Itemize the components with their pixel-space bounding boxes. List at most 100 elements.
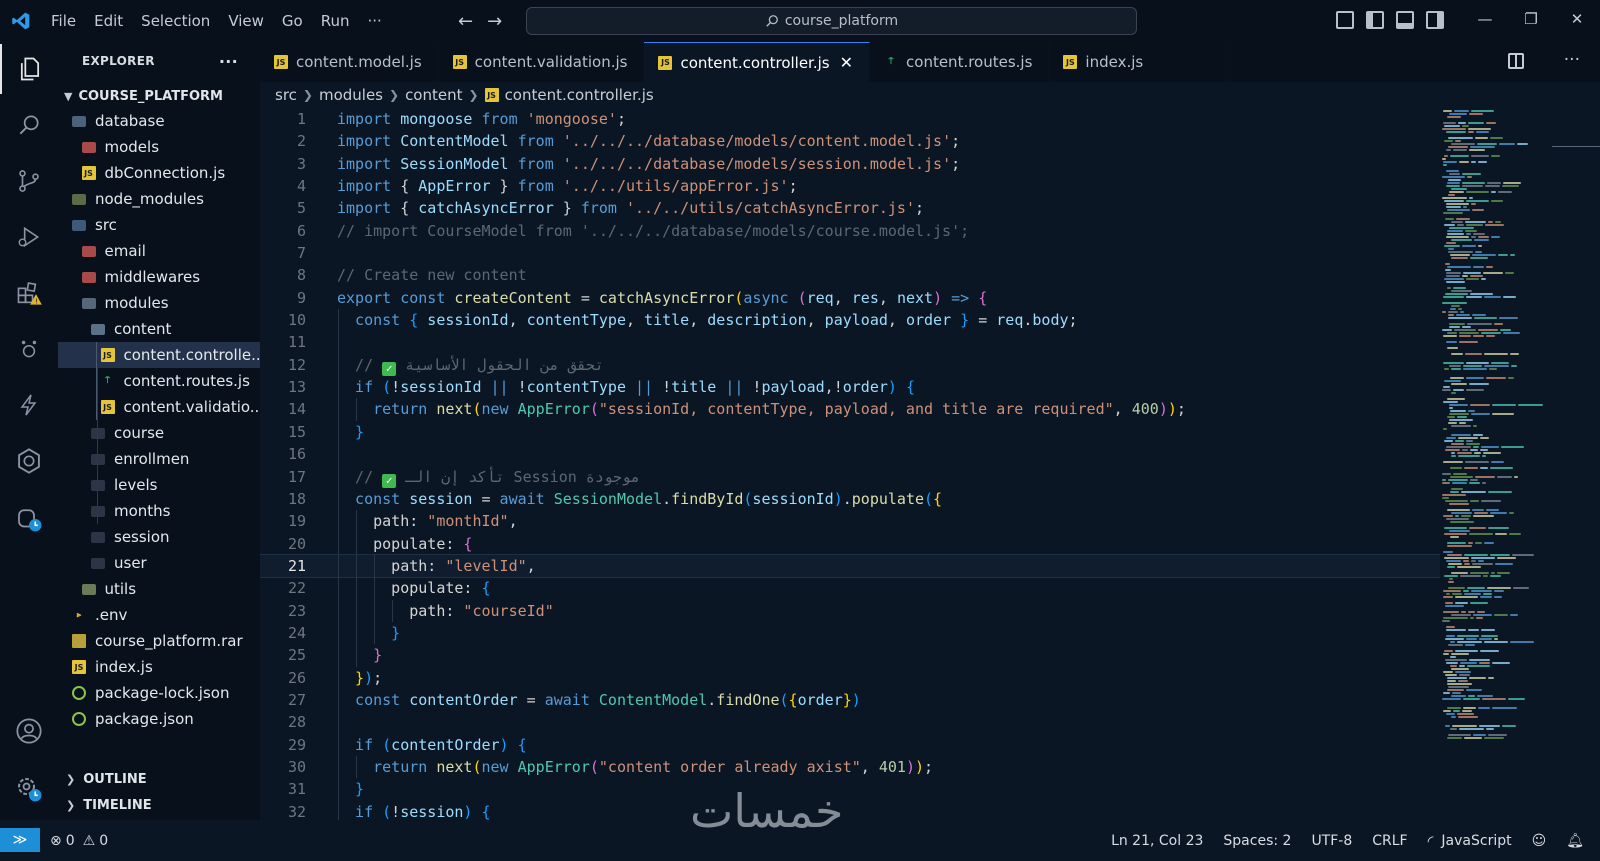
explorer-more-actions[interactable]: ··· — [219, 52, 238, 71]
extensions-warning-icon[interactable]: ! — [0, 268, 58, 318]
code-line[interactable]: 11 — [260, 331, 1440, 354]
indentation[interactable]: Spaces: 2 — [1223, 833, 1291, 849]
breadcrumb-file[interactable]: content.controller.js — [505, 86, 654, 104]
forward-arrow-icon[interactable]: → — [487, 11, 502, 32]
toggle-panel-icon[interactable] — [1396, 11, 1414, 29]
close-tab-icon[interactable]: ✕ — [840, 53, 853, 72]
explorer-item[interactable]: JS dbConnection.js — [58, 160, 260, 186]
editor-tab[interactable]: JS content.model.js — [260, 42, 439, 82]
code-line[interactable]: 27 const contentOrder = await ContentMode… — [260, 688, 1440, 712]
remote-explorer-icon[interactable] — [0, 436, 58, 486]
command-center-search[interactable]: course_platform — [526, 7, 1137, 35]
code-line[interactable]: 25} — [260, 644, 1440, 667]
run-debug-icon[interactable] — [0, 212, 58, 262]
code-line[interactable]: 23 path: "courseId" — [260, 599, 1440, 622]
explorer-item[interactable]: ⫸ .env — [58, 602, 260, 628]
code-line[interactable]: 16 — [260, 443, 1440, 466]
editor-more-actions[interactable]: ··· — [1564, 50, 1580, 70]
outline-section[interactable]: ❯ OUTLINE — [58, 766, 260, 792]
restore-icon[interactable]: ❐ — [1508, 0, 1554, 38]
explorer-item[interactable]: content — [58, 316, 260, 342]
explorer-item[interactable]: JS content.controlle... — [58, 342, 260, 368]
explorer-item[interactable]: node_modules — [58, 186, 260, 212]
explorer-item[interactable]: course_platform.rar — [58, 628, 260, 654]
search-view-icon[interactable] — [0, 100, 58, 150]
menu-more[interactable]: ··· — [359, 12, 391, 30]
explorer-item[interactable]: session — [58, 524, 260, 550]
menu-file[interactable]: File — [42, 12, 85, 30]
thunder-client-icon[interactable] — [0, 380, 58, 430]
manage-gear-icon[interactable] — [0, 764, 58, 814]
code-line[interactable]: 22 populate: { — [260, 577, 1440, 600]
explorer-item[interactable]: email — [58, 238, 260, 264]
code-line[interactable]: 21 path: "levelId", — [260, 553, 1440, 579]
close-window-icon[interactable]: ✕ — [1554, 0, 1600, 38]
code-line[interactable]: 20 populate: { — [260, 532, 1440, 555]
code-line[interactable]: 5 import { catchAsyncError } from '../../… — [260, 197, 1440, 219]
explorer-item[interactable]: models — [58, 134, 260, 160]
explorer-item[interactable]: months — [58, 498, 260, 524]
code-line[interactable]: 26}); — [260, 666, 1440, 689]
explorer-item[interactable]: user — [58, 550, 260, 576]
toggle-secondary-sidebar-icon[interactable] — [1426, 11, 1444, 29]
remote-indicator-icon[interactable]: ≫ — [0, 827, 40, 852]
explorer-item[interactable]: levels — [58, 472, 260, 498]
code-line[interactable]: 15} — [260, 420, 1440, 444]
breadcrumb-src[interactable]: src — [275, 86, 297, 104]
code-line[interactable]: 6 // import CourseModel from '../../../da… — [260, 220, 1440, 242]
source-control-icon[interactable] — [0, 156, 58, 206]
split-editor-icon[interactable] — [1508, 53, 1524, 69]
notifications-bell-icon[interactable]: 🔔︎ — [1566, 833, 1584, 849]
code-line[interactable]: 2 import ContentModel from '../../../data… — [260, 130, 1440, 152]
editor-tab[interactable]: JS index.js — [1049, 42, 1228, 82]
code-line[interactable]: 10 const { sessionId, contentType, title,… — [260, 309, 1440, 332]
editor-tab[interactable]: ⍑ content.routes.js — [870, 42, 1050, 82]
code-line[interactable]: 13 if (!sessionId || !contentType || !tit… — [260, 376, 1440, 399]
code-line[interactable]: 1 import mongoose from 'mongoose'; — [260, 108, 1440, 130]
code-line[interactable]: 24} — [260, 621, 1440, 645]
language-mode[interactable]: ◜ JavaScript — [1428, 832, 1512, 850]
explorer-item[interactable]: database — [58, 108, 260, 134]
code-line[interactable]: 12 // ✓ تحقق من الحقول الأساسية — [260, 353, 1440, 377]
code-line[interactable]: 14 return next(new AppError("sessionId, c… — [260, 398, 1440, 421]
code-line[interactable]: 17 // ✓ تأكد إن الـ Session موجودة — [260, 465, 1440, 488]
code-line[interactable]: 19 path: "monthId", — [260, 510, 1440, 533]
code-line[interactable]: 32 if (!session) { — [260, 800, 1440, 820]
code-line[interactable]: 3 import SessionModel from '../../../data… — [260, 153, 1440, 175]
code-line[interactable]: 29 if (contentOrder) { — [260, 733, 1440, 756]
explorer-item[interactable]: ⍑ content.routes.js — [58, 368, 260, 394]
code-line[interactable]: 28 — [260, 711, 1440, 734]
explorer-item[interactable]: middlewares — [58, 264, 260, 290]
line-ending[interactable]: CRLF — [1372, 833, 1407, 849]
breadcrumb-modules[interactable]: modules — [319, 86, 383, 104]
timeline-section[interactable]: ❯ TIMELINE — [58, 792, 260, 818]
minimap[interactable] — [1440, 108, 1550, 820]
problems-indicator[interactable]: ⊗ 0 ⚠ 0 — [50, 833, 108, 849]
explorer-item[interactable]: enrollmen — [58, 446, 260, 472]
editor-tab[interactable]: JS content.validation.js — [439, 42, 645, 82]
back-arrow-icon[interactable]: ← — [458, 11, 473, 32]
accounts-icon[interactable] — [0, 706, 58, 756]
code-line[interactable]: 8 // Create new content — [260, 264, 1440, 286]
menu-go[interactable]: Go — [273, 12, 312, 30]
editor-tab[interactable]: JS content.controller.js ✕ — [644, 42, 871, 82]
copilot-icon[interactable]: ☺ — [1532, 833, 1547, 849]
explorer-item[interactable]: JS index.js — [58, 654, 260, 680]
cursor-position[interactable]: Ln 21, Col 23 — [1111, 833, 1203, 849]
explorer-icon[interactable] — [0, 44, 58, 94]
code-line[interactable]: 4 import { AppError } from '../../utils/a… — [260, 175, 1440, 197]
minimize-icon[interactable]: — — [1462, 0, 1508, 38]
explorer-item[interactable]: modules — [58, 290, 260, 316]
editor-scrollbar[interactable] — [1552, 108, 1600, 820]
code-line[interactable]: 31} — [260, 778, 1440, 801]
code-line[interactable]: 7 — [260, 242, 1440, 264]
explorer-item[interactable]: src — [58, 212, 260, 238]
code-editor[interactable]: 1 import mongoose from 'mongoose'; 2 import… — [260, 108, 1440, 820]
menu-edit[interactable]: Edit — [85, 12, 132, 30]
customize-layout-icon[interactable] — [1336, 11, 1354, 29]
breadcrumb-content[interactable]: content — [405, 86, 462, 104]
menu-selection[interactable]: Selection — [132, 12, 219, 30]
encoding[interactable]: UTF-8 — [1311, 833, 1352, 849]
testing-icon[interactable] — [0, 324, 58, 374]
explorer-item[interactable]: package-lock.json — [58, 680, 260, 706]
